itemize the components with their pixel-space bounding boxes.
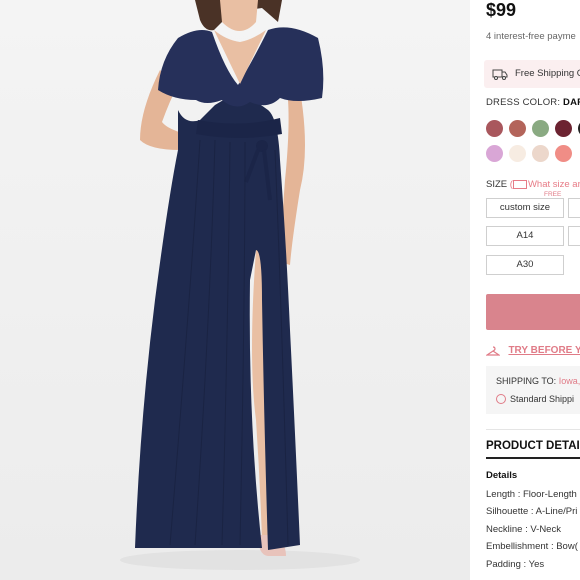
size-option-custom[interactable]: custom size: [486, 198, 564, 218]
ruler-icon: [512, 179, 527, 189]
free-badge: FREE: [544, 191, 562, 198]
add-to-bag-button[interactable]: [486, 294, 580, 330]
size-option-next[interactable]: [568, 198, 580, 218]
detail-embellishment: Embellishment : Bow(: [486, 541, 578, 552]
dress-color-value: DARK: [563, 97, 580, 108]
standard-shipping-label: Standard Shippi: [510, 394, 575, 404]
dress-color-title: DRESS COLOR:: [486, 97, 561, 108]
shipping-to-label: SHIPPING TO:: [496, 376, 557, 386]
standard-shipping-row: Standard Shippi: [496, 393, 575, 405]
price: $99: [486, 0, 517, 20]
product-details-title: PRODUCT DETAIL: [486, 440, 580, 452]
details-heading: Details: [486, 470, 518, 481]
model-in-dress-image: [120, 0, 360, 570]
product-details-underline: [486, 457, 580, 459]
product-photo: [0, 0, 470, 580]
shipping-location-link[interactable]: Iowa,: [559, 376, 580, 386]
hanger-icon: [485, 346, 501, 356]
shipping-info-box: SHIPPING TO: Iowa, Standard Shippi: [486, 366, 580, 414]
try-before-label: TRY BEFORE YO: [508, 345, 580, 357]
size-title: SIZE: [486, 179, 508, 190]
free-shipping-banner[interactable]: Free Shipping O: [484, 60, 580, 88]
detail-silhouette: Silhouette : A-Line/Pri: [486, 506, 578, 517]
try-before-link[interactable]: TRY BEFORE YO: [485, 342, 580, 360]
color-swatch-9[interactable]: [555, 145, 572, 162]
color-swatch-1[interactable]: [486, 120, 503, 137]
size-guide-link[interactable]: (What size ar: [510, 179, 580, 190]
product-info-panel: $99 4 interest-free payme Free Shipping …: [478, 0, 580, 580]
size-option-next-2[interactable]: [568, 226, 580, 246]
detail-length: Length : Floor-Length: [486, 489, 577, 500]
shipping-to-row: SHIPPING TO: Iowa,: [496, 376, 580, 386]
color-swatch-4[interactable]: [555, 120, 572, 137]
color-swatch-6[interactable]: [486, 145, 503, 162]
section-divider: [486, 429, 580, 430]
truck-icon: [492, 69, 508, 80]
color-swatch-2[interactable]: [509, 120, 526, 137]
size-option-a30[interactable]: A30: [486, 255, 564, 275]
color-swatch-3[interactable]: [532, 120, 549, 137]
detail-padding: Padding : Yes: [486, 559, 545, 570]
detail-neckline: Neckline : V-Neck: [486, 524, 561, 535]
free-shipping-label: Free Shipping O: [515, 68, 580, 79]
installments-text: 4 interest-free payme: [486, 31, 576, 42]
color-swatch-7[interactable]: [509, 145, 526, 162]
color-swatch-8[interactable]: [532, 145, 549, 162]
size-label-row: SIZE (What size ar: [486, 179, 580, 190]
clock-icon: [496, 393, 506, 404]
size-option-a14[interactable]: A14: [486, 226, 564, 246]
dress-color-label: DRESS COLOR: DARK: [486, 97, 580, 108]
